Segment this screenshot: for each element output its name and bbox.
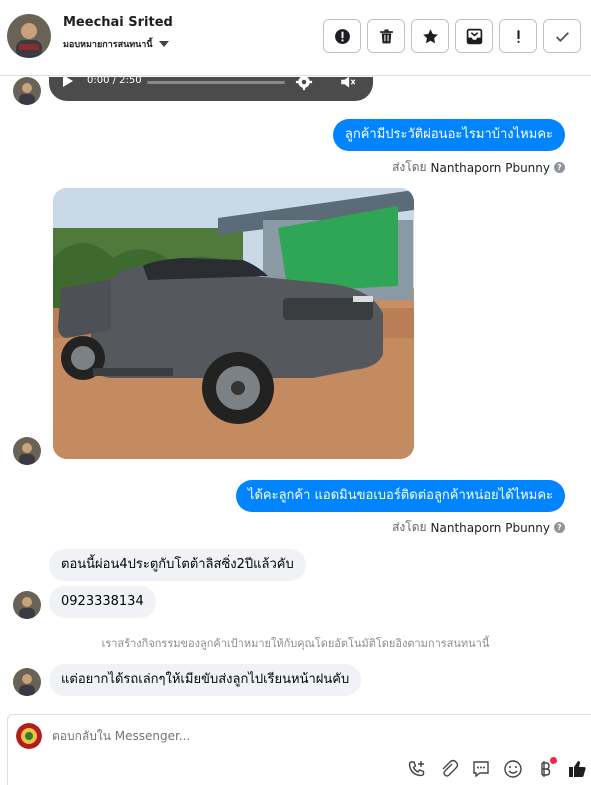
play-icon[interactable] <box>63 77 73 87</box>
incoming-message[interactable]: 0923338134 <box>49 586 156 618</box>
star-icon <box>422 28 438 43</box>
exclamation-icon <box>516 29 520 43</box>
notification-dot <box>550 757 557 764</box>
archive-icon <box>466 28 482 44</box>
conversation-header: Meechai Srited มอบหมายการสนทนานี้ <box>0 0 591 76</box>
assign-conversation-dropdown[interactable]: มอบหมายการสนทนานี้ <box>63 37 169 51</box>
alert-circle-icon <box>334 28 350 44</box>
follow-up-button[interactable] <box>499 19 537 53</box>
trash-icon <box>379 28 393 43</box>
phone-plus-icon <box>408 761 425 777</box>
mark-spam-button[interactable] <box>323 19 361 53</box>
audio-player[interactable]: 0:00 / 2:50 <box>49 77 373 101</box>
audio-progress-bar[interactable] <box>147 81 285 84</box>
attach-button[interactable] <box>439 759 459 779</box>
thumbs-up-icon <box>569 761 586 777</box>
reply-composer <box>7 714 591 785</box>
caret-down-icon <box>158 41 169 47</box>
sent-by-label: ส่งโดย <box>392 160 427 174</box>
message-thread[interactable]: 0:00 / 2:50 ลูกค้ามีประวัติผ่อนอะไรมาบ้า… <box>0 77 591 713</box>
composer-actions <box>407 757 587 779</box>
paperclip-icon <box>442 759 459 777</box>
outgoing-message[interactable]: ลูกค้ามีประวัติผ่อนอะไรมาบ้างไหมคะ <box>332 119 565 151</box>
sent-by-label: ส่งโดย <box>392 520 427 534</box>
help-icon[interactable]: ? <box>554 522 565 533</box>
saved-replies-button[interactable] <box>471 759 491 779</box>
sender-name[interactable]: Nanthaporn Pbunny <box>431 521 550 535</box>
contact-avatar-small <box>13 668 41 696</box>
help-icon[interactable]: ? <box>554 162 565 173</box>
contact-avatar[interactable] <box>7 14 51 58</box>
mark-done-button[interactable] <box>543 19 581 53</box>
muted-volume-icon[interactable] <box>339 77 357 91</box>
sent-by-note: ส่งโดย Nanthaporn Pbunny ? <box>392 158 565 177</box>
system-note: เราสร้างกิจกรรมของลูกค้าเป้าหมายให้กับคุ… <box>101 637 490 650</box>
assign-conversation-label: มอบหมายการสนทนานี้ <box>63 40 153 50</box>
contact-name[interactable]: Meechai Srited <box>63 15 173 30</box>
gear-icon[interactable] <box>295 77 313 91</box>
reply-input[interactable] <box>52 729 452 743</box>
conversation-toolbar <box>323 19 581 53</box>
incoming-message[interactable]: ตอนนี้ผ่อน4ประตูกับโตต้าลิสซิ่ง2ปีแล้วคั… <box>49 549 306 581</box>
truck-photo[interactable] <box>53 188 414 459</box>
contact-avatar-small <box>13 591 41 619</box>
audio-time: 0:00 / 2:50 <box>87 77 142 86</box>
move-to-done-button[interactable] <box>455 19 493 53</box>
page-avatar <box>16 723 42 749</box>
outgoing-message[interactable]: ได้คะลูกค้า แอดมินขอเบอร์ติดต่อลูกค้าหน่… <box>235 480 565 512</box>
chat-bubble-icon <box>473 761 489 778</box>
smiley-icon <box>504 760 522 778</box>
incoming-message[interactable]: แต่อยากได้รถเล่กๆให้เมียขับส่งลูกไปเรียน… <box>49 664 362 696</box>
call-button[interactable] <box>407 759 427 779</box>
contact-avatar-small <box>13 437 41 465</box>
star-button[interactable] <box>411 19 449 53</box>
sent-by-note: ส่งโดย Nanthaporn Pbunny ? <box>392 518 565 537</box>
emoji-button[interactable] <box>503 759 523 779</box>
contact-avatar-small <box>13 77 41 105</box>
check-icon <box>555 31 569 42</box>
delete-button[interactable] <box>367 19 405 53</box>
sender-name[interactable]: Nanthaporn Pbunny <box>431 161 550 175</box>
like-button[interactable] <box>567 759 587 779</box>
payment-button[interactable] <box>535 757 557 779</box>
